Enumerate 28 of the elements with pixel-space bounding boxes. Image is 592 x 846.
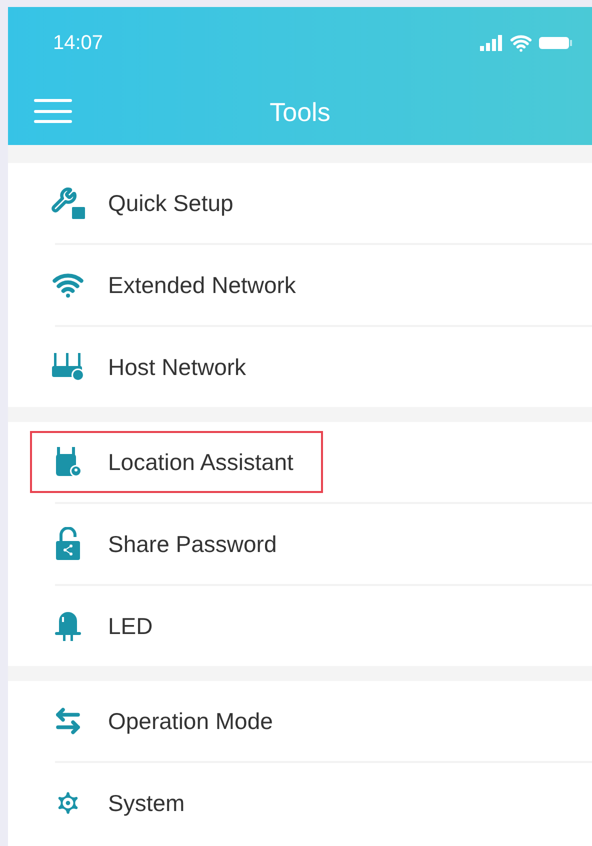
menu-item[interactable]: Share Password [30, 513, 307, 575]
menu-item[interactable]: Quick Setup [30, 172, 264, 234]
battery-icon [538, 35, 574, 51]
menu-item-label: Extended Network [108, 270, 296, 300]
menu-item-label: Operation Mode [108, 706, 273, 736]
wrench-icon [51, 187, 85, 219]
menu-item[interactable]: Host Network [30, 336, 276, 398]
menu-item[interactable]: Extended Network [30, 254, 326, 316]
menu-item[interactable]: System [30, 772, 215, 834]
router-icon [51, 352, 85, 382]
menu-item[interactable]: Operation Mode [30, 690, 303, 752]
menu-item-label: Quick Setup [108, 188, 234, 218]
menu-item-label: Location Assistant [108, 448, 294, 477]
menu-item-label: Share Password [108, 530, 277, 559]
swap-arrows-icon [53, 706, 83, 736]
menu-item-label: Host Network [108, 352, 246, 382]
menu-item[interactable]: LED [30, 595, 183, 657]
menu-item-label: System [108, 788, 185, 818]
menu-item-label: LED [108, 612, 153, 641]
menu-button[interactable] [34, 97, 72, 125]
signal-icon [480, 35, 504, 51]
status-time: 14:07 [53, 31, 104, 56]
repeater-icon [53, 446, 83, 478]
menu-item[interactable]: Location Assistant [30, 431, 324, 493]
led-icon [52, 609, 84, 643]
unlocked-padlock-icon [53, 527, 83, 561]
page-title: Tools [270, 96, 330, 128]
wifi-status-icon [510, 32, 532, 54]
